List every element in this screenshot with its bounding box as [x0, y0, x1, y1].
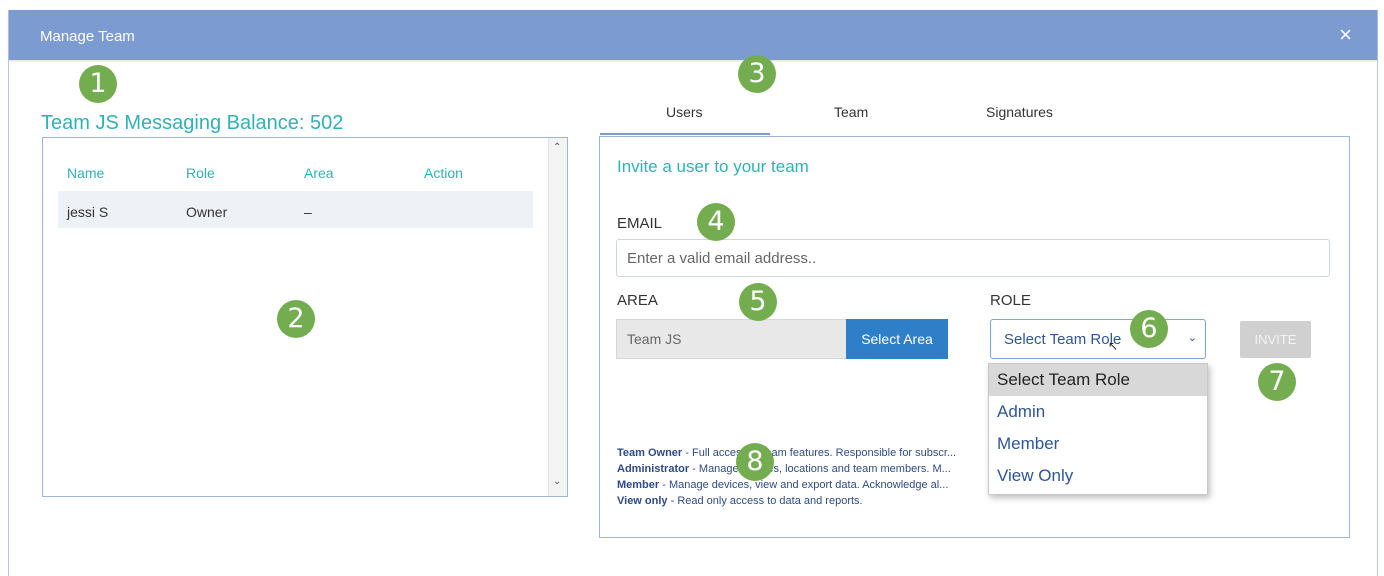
callout-8: 8 — [736, 443, 774, 481]
tab-team[interactable]: Team — [834, 104, 868, 120]
callout-4: 4 — [697, 203, 735, 241]
mouse-cursor-icon: ↖ — [1108, 339, 1119, 353]
role-label: ROLE — [990, 292, 1031, 309]
tab-signatures[interactable]: Signatures — [986, 104, 1053, 120]
role-dropdown-menu: Select Team Role Admin Member View Only — [988, 363, 1208, 495]
role-option-member[interactable]: Member — [989, 428, 1207, 460]
dialog-titlebar: Manage Team × — [9, 10, 1377, 60]
tab-users[interactable]: Users — [666, 104, 703, 120]
column-header-role: Role — [186, 165, 215, 181]
callout-2: 2 — [277, 300, 315, 338]
invite-title: Invite a user to your team — [617, 157, 809, 176]
invite-button[interactable]: INVITE — [1240, 321, 1311, 358]
callout-3: 3 — [738, 55, 776, 93]
user-role-cell: Owner — [186, 204, 228, 220]
help-line-view-only: View only - Read only access to data and… — [617, 495, 863, 507]
callout-6: 6 — [1130, 310, 1168, 348]
active-tab-indicator — [600, 133, 770, 135]
role-select[interactable]: Select Team Role ⌄ ↖ — [990, 319, 1206, 359]
role-help-text: Team Owner - Full access to team feature… — [617, 445, 956, 509]
scroll-up-icon[interactable]: ⌃ — [553, 142, 561, 153]
chevron-down-icon: ⌄ — [1187, 332, 1197, 344]
column-header-name: Name — [67, 165, 105, 181]
scroll-down-icon[interactable]: ⌄ — [553, 476, 561, 487]
callout-1: 1 — [79, 65, 117, 103]
help-line-member: Member - Manage devices, view and export… — [617, 479, 949, 491]
area-label: AREA — [617, 292, 658, 309]
table-row[interactable] — [58, 191, 533, 228]
column-header-area: Area — [304, 165, 334, 181]
help-line-administrator: Administrator - Manage devices, location… — [617, 463, 951, 475]
tab-bar: Users Team Signatures — [600, 100, 1350, 136]
dialog-title: Manage Team — [40, 28, 135, 45]
email-label: EMAIL — [617, 215, 663, 232]
select-area-button[interactable]: Select Area — [846, 319, 948, 359]
callout-5: 5 — [739, 283, 777, 321]
role-option-select-team-role[interactable]: Select Team Role — [989, 364, 1207, 396]
area-field: Team JS — [616, 319, 847, 359]
role-option-admin[interactable]: Admin — [989, 396, 1207, 428]
user-name-cell: jessi S — [67, 204, 109, 220]
role-select-value: Select Team Role — [1004, 331, 1122, 348]
callout-7: 7 — [1258, 363, 1296, 401]
invite-user-panel: Invite a user to your team EMAIL AREA Te… — [599, 136, 1350, 538]
messaging-balance: Team JS Messaging Balance: 502 — [41, 112, 344, 134]
table-scrollbar[interactable]: ⌃ ⌄ — [548, 138, 567, 496]
email-field[interactable] — [616, 239, 1330, 277]
help-line-owner: Team Owner - Full access to team feature… — [617, 447, 957, 459]
role-option-view-only[interactable]: View Only — [989, 460, 1207, 492]
column-header-action: Action — [424, 165, 463, 181]
close-icon[interactable]: × — [1339, 22, 1352, 48]
user-area-cell: – — [304, 204, 312, 220]
